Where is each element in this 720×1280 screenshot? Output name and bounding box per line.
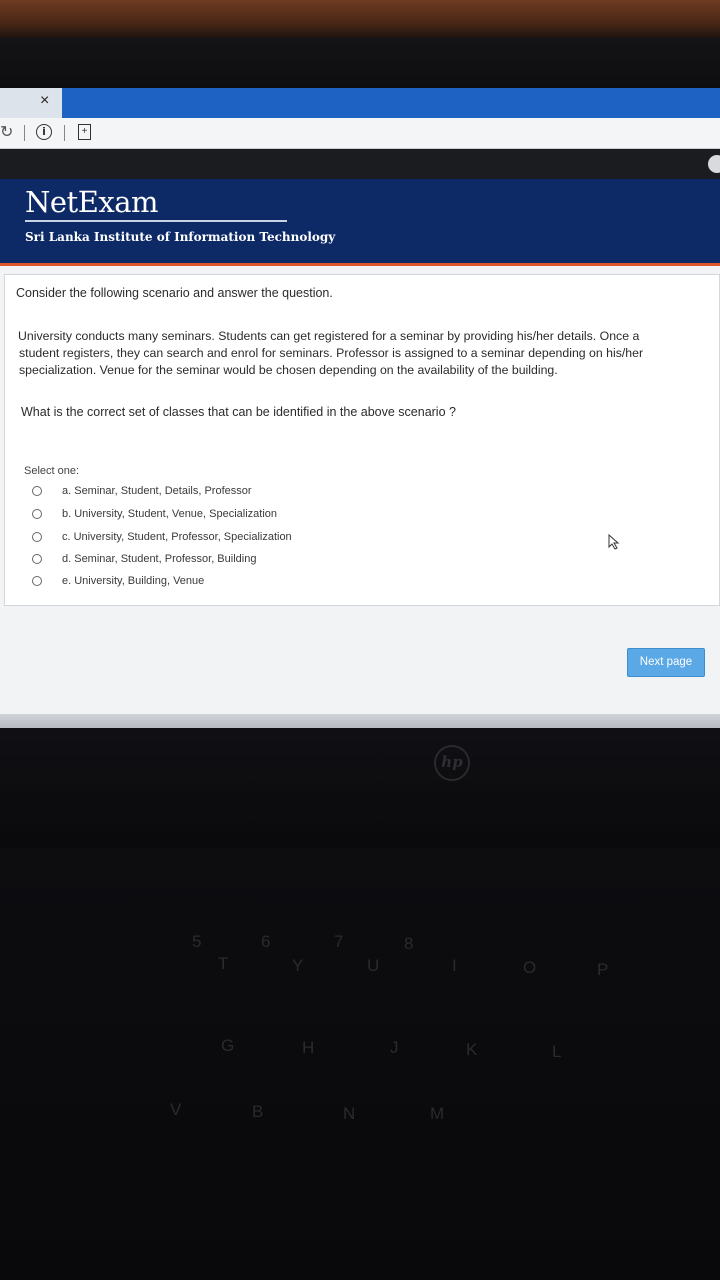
address-bar[interactable]: ↻ i + <box>0 118 720 149</box>
radio-button[interactable] <box>32 532 42 542</box>
close-tab-icon[interactable]: × <box>40 92 49 110</box>
scenario-line: student registers, they can search and e… <box>19 346 644 360</box>
option-label: a. Seminar, Student, Details, Professor <box>62 485 252 497</box>
monitor-bezel-bottom <box>0 728 720 848</box>
hp-logo-icon: hp <box>434 745 470 781</box>
keyboard-key: L <box>552 1042 562 1061</box>
content-area: Consider the following scenario and answ… <box>0 266 720 728</box>
page-icon[interactable]: + <box>78 124 91 140</box>
radio-button[interactable] <box>32 509 42 519</box>
reload-icon[interactable]: ↻ <box>0 122 13 142</box>
keyboard-key: J <box>390 1038 399 1057</box>
brand-underline <box>25 220 287 222</box>
keyboard-key: K <box>466 1040 478 1059</box>
toolbar-divider <box>24 125 25 141</box>
option-label: c. University, Student, Professor, Speci… <box>62 531 292 543</box>
site-info-icon[interactable]: i <box>36 124 52 140</box>
site-brand[interactable]: NetExam <box>25 185 159 219</box>
radio-button[interactable] <box>32 576 42 586</box>
answer-option-d[interactable]: d. Seminar, Student, Professor, Building <box>32 549 256 569</box>
keyboard-key: 6 <box>261 932 271 951</box>
keyboard-key: T <box>218 954 229 973</box>
screen-bottom-edge <box>0 714 720 728</box>
question-intro: Consider the following scenario and answ… <box>16 286 333 300</box>
keyboard-key: P <box>597 960 609 979</box>
mouse-cursor-icon <box>608 534 620 550</box>
browser-tab[interactable]: × <box>0 88 62 118</box>
toolbar-divider <box>64 125 65 141</box>
option-label: e. University, Building, Venue <box>62 575 205 587</box>
institute-name: Sri Lanka Institute of Information Techn… <box>25 230 336 244</box>
scenario-line: specialization. Venue for the seminar wo… <box>19 363 558 377</box>
keyboard-key: 8 <box>404 934 414 953</box>
keyboard-key: N <box>343 1104 356 1123</box>
option-label: d. Seminar, Student, Professor, Building <box>62 553 257 565</box>
question-card: Consider the following scenario and answ… <box>4 274 720 606</box>
answer-option-c[interactable]: c. University, Student, Professor, Speci… <box>32 527 292 547</box>
option-label: b. University, Student, Venue, Specializ… <box>62 508 278 520</box>
keyboard: 5 6 7 8 T Y U I O P G H J K L V B N M <box>0 848 720 1280</box>
browser-tab-strip: × <box>0 88 720 118</box>
laptop-screen: × ↻ i + NetExam Sri Lanka Institute of I… <box>0 88 720 728</box>
background-wall <box>0 0 720 38</box>
radio-button[interactable] <box>32 486 42 496</box>
keyboard-key: 7 <box>334 932 344 951</box>
radio-button[interactable] <box>32 554 42 564</box>
keyboard-key: O <box>523 958 537 977</box>
keyboard-key: I <box>452 956 457 975</box>
keyboard-key: B <box>252 1102 264 1121</box>
keyboard-key: V <box>170 1100 182 1119</box>
keyboard-key: M <box>430 1104 445 1123</box>
question-prompt: What is the correct set of classes that … <box>21 405 456 419</box>
answer-option-e[interactable]: e. University, Building, Venue <box>32 571 204 591</box>
monitor-bezel-top <box>0 38 720 88</box>
keyboard-key: H <box>302 1038 315 1057</box>
keyboard-key: Y <box>292 956 304 975</box>
keyboard-key: 5 <box>192 932 202 951</box>
select-one-label: Select one: <box>24 465 80 477</box>
keyboard-key: G <box>221 1036 235 1055</box>
keyboard-key: U <box>367 956 380 975</box>
extension-icon[interactable] <box>708 155 720 173</box>
site-header: NetExam Sri Lanka Institute of Informati… <box>0 179 720 266</box>
bookmark-bar <box>0 149 720 179</box>
scenario-line: University conducts many seminars. Stude… <box>18 329 640 343</box>
answer-option-b[interactable]: b. University, Student, Venue, Specializ… <box>32 504 277 524</box>
answer-option-a[interactable]: a. Seminar, Student, Details, Professor <box>32 481 252 501</box>
next-page-button[interactable]: Next page <box>627 648 705 677</box>
